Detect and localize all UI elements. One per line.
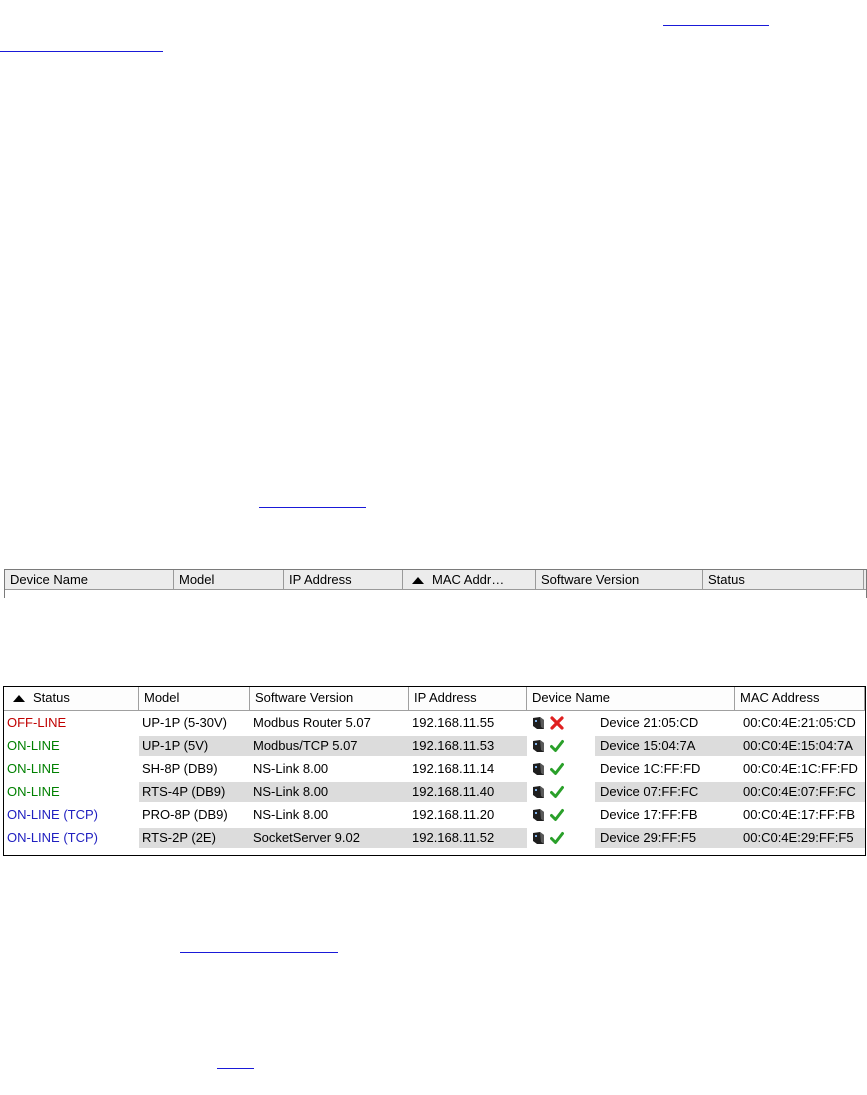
model-cell: UP-1P (5V) — [139, 735, 250, 756]
table-row[interactable]: ON-LINE RTS-4P (DB9) NS-Link 8.00 192.168.1… — [4, 780, 865, 803]
model-cell: PRO-8P (DB9) — [142, 806, 228, 822]
hyperlink-underline[interactable] — [180, 952, 338, 953]
device-rows: OFF-LINE UP-1P (5-30V) Modbus Router 5.07 1… — [4, 711, 865, 849]
mac-address-cell: 00:C0:4E:17:FF:FB — [743, 806, 855, 822]
column-header-mac-address[interactable]: MAC Addr… — [403, 570, 536, 589]
status-cell: ON-LINE (TCP) — [7, 806, 98, 822]
software-version-cell: NS-Link 8.00 — [253, 760, 329, 776]
software-version-cell: Modbus/TCP 5.07 — [250, 735, 409, 756]
status-cell: ON-LINE — [7, 760, 60, 776]
green-check-icon — [550, 762, 564, 775]
status-cell: ON-LINE — [7, 783, 60, 799]
device-name-cell: Device 1C:FF:FD — [600, 760, 701, 776]
software-version-cell: SocketServer 9.02 — [250, 827, 409, 848]
table-row[interactable]: ON-LINE SH-8P (DB9) NS-Link 8.00 192.168.11… — [4, 757, 865, 780]
column-header-model[interactable]: Model — [139, 687, 250, 710]
mac-address-cell: 00:C0:4E:07:FF:FC — [735, 781, 865, 802]
ip-address-cell: 192.168.11.53 — [409, 735, 527, 756]
device-icon — [533, 716, 544, 729]
table-row[interactable]: OFF-LINE UP-1P (5-30V) Modbus Router 5.07 1… — [4, 711, 865, 734]
model-cell: RTS-2P (2E) — [139, 827, 250, 848]
device-status-icons — [527, 828, 595, 848]
device-icon — [533, 739, 544, 752]
device-name-cell: Device 21:05:CD — [600, 714, 699, 730]
hyperlink-underline[interactable] — [259, 507, 366, 508]
column-header-mac-address[interactable]: MAC Address — [735, 687, 865, 710]
column-header-ip-address[interactable]: IP Address — [284, 570, 403, 589]
table-row[interactable]: ON-LINE (TCP) RTS-2P (2E) SocketServer 9.0… — [4, 826, 865, 849]
mac-address-cell: 00:C0:4E:15:04:7A — [735, 735, 865, 756]
device-icon — [533, 785, 544, 798]
software-version-cell: NS-Link 8.00 — [250, 781, 409, 802]
device-name-cell: Device 15:04:7A — [595, 735, 735, 756]
green-check-icon — [550, 808, 564, 821]
hyperlink-underline[interactable] — [217, 1068, 254, 1069]
column-header-software-version[interactable]: Software Version — [250, 687, 409, 710]
green-check-icon — [550, 831, 564, 844]
ip-address-cell: 192.168.11.20 — [412, 806, 495, 822]
device-icon — [533, 762, 544, 775]
model-cell: RTS-4P (DB9) — [139, 781, 250, 802]
table-row[interactable]: ON-LINE UP-1P (5V) Modbus/TCP 5.07 192.168.… — [4, 734, 865, 757]
mac-address-cell: 00:C0:4E:1C:FF:FD — [743, 760, 858, 776]
sort-ascending-icon — [13, 694, 25, 702]
column-header-model[interactable]: Model — [174, 570, 284, 589]
sort-ascending-icon — [412, 576, 424, 584]
column-header-row: Status Model Software Version IP Address… — [4, 687, 865, 711]
column-header-software-version[interactable]: Software Version — [536, 570, 703, 589]
software-version-cell: NS-Link 8.00 — [253, 806, 329, 822]
ip-address-cell: 192.168.11.14 — [412, 760, 495, 776]
table-row[interactable]: ON-LINE (TCP) PRO-8P (DB9) NS-Link 8.00 192… — [4, 803, 865, 826]
red-x-icon — [550, 715, 564, 730]
mac-address-cell: 00:C0:4E:29:FF:F5 — [735, 827, 865, 848]
device-status-icons — [527, 713, 595, 733]
hyperlink-underline[interactable] — [0, 51, 163, 52]
green-check-icon — [550, 785, 564, 798]
device-list: Status Model Software Version IP Address… — [3, 686, 866, 856]
device-list-empty: Device Name Model IP Address MAC Addr… S… — [4, 569, 867, 598]
device-name-cell: Device 07:FF:FC — [595, 781, 735, 802]
model-cell: UP-1P (5-30V) — [142, 714, 228, 730]
mac-address-cell: 00:C0:4E:21:05:CD — [743, 714, 856, 730]
column-header-device-name[interactable]: Device Name — [5, 570, 174, 589]
device-icon — [533, 831, 544, 844]
software-version-cell: Modbus Router 5.07 — [253, 714, 371, 730]
column-header-device-name[interactable]: Device Name — [527, 687, 735, 710]
column-header-ip-address[interactable]: IP Address — [409, 687, 527, 710]
ip-address-cell: 192.168.11.40 — [409, 781, 527, 802]
column-header-row: Device Name Model IP Address MAC Addr… S… — [5, 570, 866, 590]
device-name-cell: Device 29:FF:F5 — [595, 827, 735, 848]
status-cell: OFF-LINE — [7, 714, 67, 730]
device-status-icons — [527, 782, 595, 802]
column-header-label: MAC Addr… — [432, 572, 505, 587]
device-status-icons — [527, 759, 595, 779]
status-cell: ON-LINE (TCP) — [7, 829, 98, 845]
status-cell: ON-LINE — [7, 737, 60, 753]
device-status-icons — [527, 736, 595, 756]
ip-address-cell: 192.168.11.52 — [409, 827, 527, 848]
green-check-icon — [550, 739, 564, 752]
column-header-status[interactable]: Status — [703, 570, 864, 589]
column-header-status[interactable]: Status — [4, 687, 139, 710]
hyperlink-underline[interactable] — [663, 25, 769, 26]
ip-address-cell: 192.168.11.55 — [412, 714, 495, 730]
device-icon — [533, 808, 544, 821]
model-cell: SH-8P (DB9) — [142, 760, 218, 776]
device-name-cell: Device 17:FF:FB — [600, 806, 698, 822]
device-status-icons — [527, 805, 595, 825]
column-header-label: Status — [33, 690, 70, 705]
